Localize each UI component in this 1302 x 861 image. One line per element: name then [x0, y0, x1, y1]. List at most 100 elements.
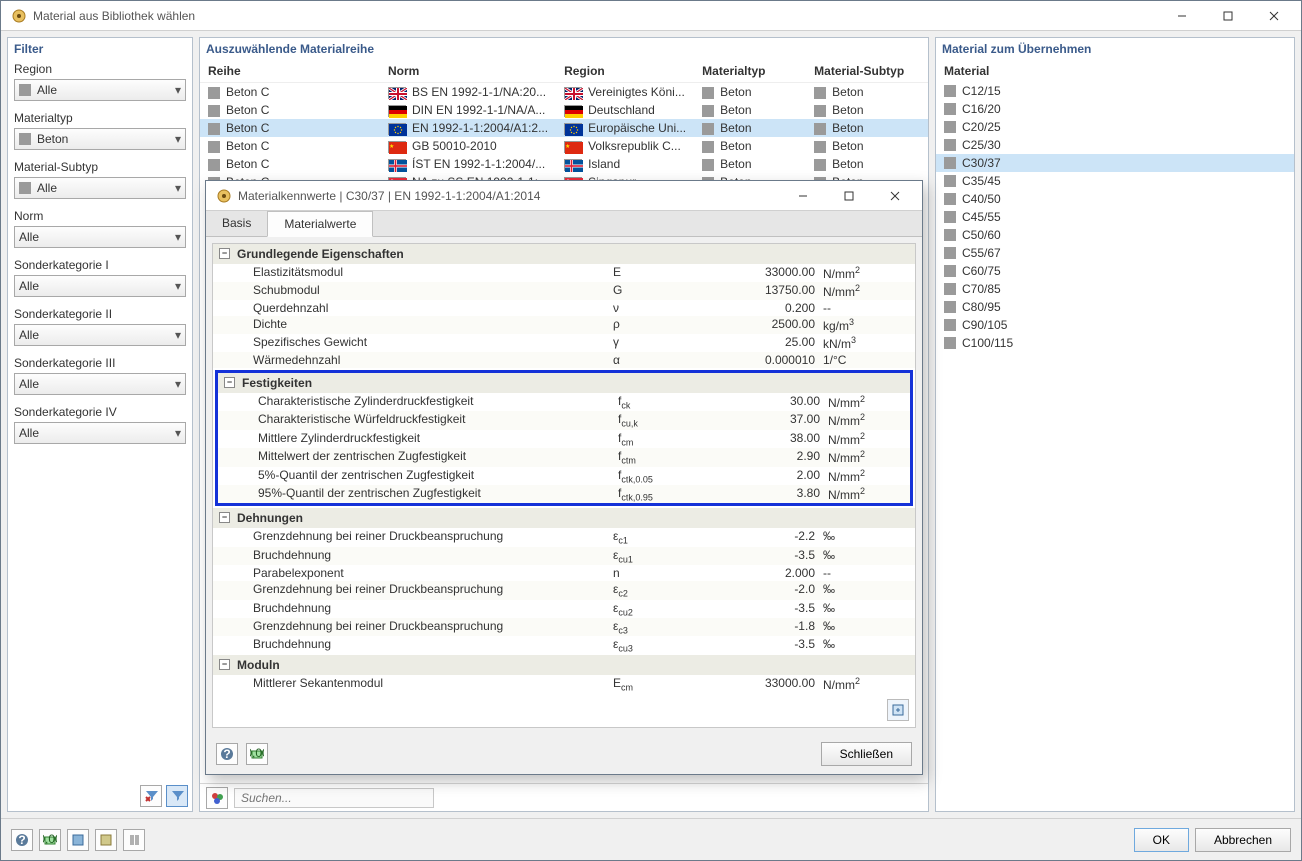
prop-value: -3.5: [673, 548, 823, 564]
prop-unit: N/mm2: [823, 283, 903, 299]
list-item[interactable]: C25/30: [936, 136, 1294, 154]
materials-list: C12/15C16/20C20/25C25/30C30/37C35/45 C40/…: [936, 82, 1294, 811]
ok-button[interactable]: OK: [1134, 828, 1189, 852]
list-item[interactable]: C16/20: [936, 100, 1294, 118]
tool2-button[interactable]: [95, 829, 117, 851]
color-picker-button[interactable]: [206, 787, 228, 809]
filter-combo-5[interactable]: Alle ▾: [14, 324, 186, 346]
filter-panel: Filter Region Alle ▾ Materialtyp Beton ▾…: [7, 37, 193, 812]
prop-value: 33000.00: [673, 265, 823, 281]
list-item[interactable]: C20/25: [936, 118, 1294, 136]
modal-close-action-button[interactable]: Schließen: [821, 742, 912, 766]
filter-label: Material-Subtyp: [14, 160, 186, 174]
modal-help-button[interactable]: ?: [216, 743, 238, 765]
modal-maximize-button[interactable]: [826, 181, 872, 211]
prop-label: Elastizitätsmodul: [253, 265, 613, 281]
table-row[interactable]: Beton C GB 50010-2010 Volksrepublik C...…: [200, 137, 928, 155]
filter-combo-0[interactable]: Alle ▾: [14, 79, 186, 101]
collapse-icon[interactable]: −: [219, 659, 230, 670]
list-item[interactable]: C90/105: [936, 316, 1294, 334]
column-header[interactable]: Materialtyp: [694, 60, 806, 83]
list-item[interactable]: C100/115: [936, 334, 1294, 352]
app-icon: [11, 8, 27, 24]
property-row: Querdehnzahl ν 0.200 --: [213, 300, 915, 316]
prop-unit: N/mm2: [828, 394, 908, 410]
prop-label: 95%-Quantil der zentrischen Zugfestigkei…: [258, 486, 618, 502]
prop-symbol: εcu2: [613, 601, 673, 617]
column-header[interactable]: Norm: [380, 60, 556, 83]
table-row[interactable]: Beton C BS EN 1992-1-1/NA:20... Vereinig…: [200, 83, 928, 102]
list-item[interactable]: C30/37: [936, 154, 1294, 172]
filter-combo-2[interactable]: Alle ▾: [14, 177, 186, 199]
property-row: 5%-Quantil der zentrischen Zugfestigkeit…: [218, 467, 910, 485]
clear-filter-button[interactable]: [140, 785, 162, 807]
list-item[interactable]: C70/85: [936, 280, 1294, 298]
list-item[interactable]: C12/15: [936, 82, 1294, 100]
swatch-icon: [814, 141, 826, 153]
filter-combo-1[interactable]: Beton ▾: [14, 128, 186, 150]
filter-combo-6[interactable]: Alle ▾: [14, 373, 186, 395]
material-label: C90/105: [962, 318, 1007, 332]
help-button[interactable]: ?: [11, 829, 33, 851]
column-header[interactable]: Region: [556, 60, 694, 83]
list-item[interactable]: C80/95: [936, 298, 1294, 316]
swatch-icon: [944, 175, 956, 187]
units-button[interactable]: 0,00: [39, 829, 61, 851]
group-header[interactable]: −Festigkeiten: [218, 373, 910, 393]
filter-combo-4[interactable]: Alle ▾: [14, 275, 186, 297]
material-properties-dialog: Materialkennwerte | C30/37 | EN 1992-1-1…: [205, 180, 923, 775]
prop-value: 2500.00: [673, 317, 823, 333]
tool1-button[interactable]: [67, 829, 89, 851]
prop-value: 0.200: [673, 301, 823, 315]
prop-symbol: εc1: [613, 529, 673, 545]
group-header[interactable]: −Grundlegende Eigenschaften: [213, 244, 915, 264]
property-grid[interactable]: −Grundlegende EigenschaftenElastizitätsm…: [212, 243, 916, 728]
maximize-button[interactable]: [1205, 1, 1251, 31]
list-item[interactable]: C40/50: [936, 190, 1294, 208]
collapse-icon[interactable]: −: [219, 512, 230, 523]
tab-materialwerte[interactable]: Materialwerte: [267, 211, 373, 237]
column-header[interactable]: Reihe: [200, 60, 380, 83]
swatch-icon: [944, 283, 956, 295]
property-row: Parabelexponent n 2.000 --: [213, 565, 915, 581]
list-item[interactable]: C50/60: [936, 226, 1294, 244]
group-header[interactable]: −Dehnungen: [213, 508, 915, 528]
property-row: Charakteristische Zylinderdruckfestigkei…: [218, 393, 910, 411]
collapse-icon[interactable]: −: [224, 377, 235, 388]
apply-filter-button[interactable]: [166, 785, 188, 807]
tool3-button[interactable]: [123, 829, 145, 851]
swatch-icon: [19, 182, 31, 194]
minimize-button[interactable]: [1159, 1, 1205, 31]
tab-basis[interactable]: Basis: [206, 211, 267, 236]
table-row[interactable]: Beton C EN 1992-1-1:2004/A1:2... Europäi…: [200, 119, 928, 137]
material-label: C40/50: [962, 192, 1001, 206]
list-item[interactable]: C45/55: [936, 208, 1294, 226]
list-item[interactable]: C60/75: [936, 262, 1294, 280]
close-button[interactable]: [1251, 1, 1297, 31]
prop-label: Querdehnzahl: [253, 301, 613, 315]
group-header[interactable]: −Moduln: [213, 655, 915, 675]
prop-value: -2.2: [673, 529, 823, 545]
modal-units-button[interactable]: 0,00: [246, 743, 268, 765]
prop-symbol: εc2: [613, 582, 673, 598]
prop-label: Bruchdehnung: [253, 637, 613, 653]
swatch-icon: [208, 141, 220, 153]
list-item[interactable]: C35/45: [936, 172, 1294, 190]
filter-combo-3[interactable]: Alle ▾: [14, 226, 186, 248]
table-row[interactable]: Beton C ÍST EN 1992-1-1:2004/... Island …: [200, 155, 928, 173]
column-header[interactable]: Material-Subtyp: [806, 60, 928, 83]
property-row: Grenzdehnung bei reiner Druckbeanspruchu…: [213, 581, 915, 599]
cancel-button[interactable]: Abbrechen: [1195, 828, 1291, 852]
export-icon[interactable]: [887, 699, 909, 721]
flag-icon: [388, 159, 406, 171]
modal-minimize-button[interactable]: [780, 181, 826, 211]
material-label: C45/55: [962, 210, 1001, 224]
search-input[interactable]: [234, 788, 434, 808]
table-row[interactable]: Beton C DIN EN 1992-1-1/NA/A... Deutschl…: [200, 101, 928, 119]
combo-value: Alle: [19, 328, 175, 342]
list-item[interactable]: C55/67: [936, 244, 1294, 262]
prop-value: 37.00: [678, 412, 828, 428]
modal-close-button[interactable]: [872, 181, 918, 211]
collapse-icon[interactable]: −: [219, 248, 230, 259]
filter-combo-7[interactable]: Alle ▾: [14, 422, 186, 444]
